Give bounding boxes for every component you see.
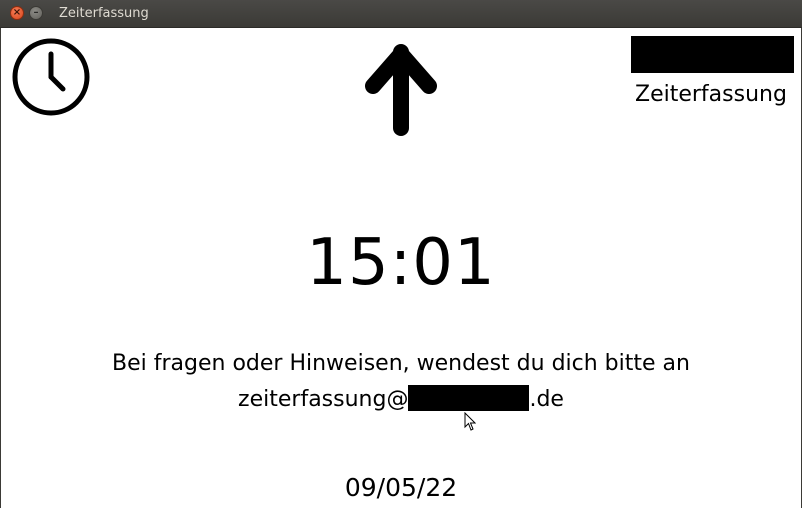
arrow-up-icon[interactable] xyxy=(365,44,437,136)
clock-icon xyxy=(12,38,90,116)
minimize-icon: – xyxy=(33,7,39,18)
contact-email: zeiterfassung@ .de xyxy=(1,382,801,418)
window-close-button[interactable]: × xyxy=(10,6,24,20)
email-suffix: .de xyxy=(529,387,564,412)
redacted-domain xyxy=(408,385,530,411)
window-title: Zeiterfassung xyxy=(59,6,149,21)
contact-message-line: Bei fragen oder Hinweisen, wendest du di… xyxy=(112,351,690,376)
redacted-logo xyxy=(631,36,794,73)
close-icon: × xyxy=(12,7,22,18)
contact-message: Bei fragen oder Hinweisen, wendest du di… xyxy=(1,346,801,418)
app-label: Zeiterfassung xyxy=(635,82,787,107)
current-time: 15:01 xyxy=(306,226,496,300)
window-minimize-button[interactable]: – xyxy=(29,6,43,20)
mouse-cursor-icon xyxy=(464,412,476,431)
email-prefix: zeiterfassung@ xyxy=(238,387,409,412)
window-titlebar[interactable]: × – Zeiterfassung xyxy=(0,0,802,28)
current-date: 09/05/22 xyxy=(344,473,458,502)
main-content: Zeiterfassung 15:01 Bei fragen oder Hinw… xyxy=(0,28,802,508)
